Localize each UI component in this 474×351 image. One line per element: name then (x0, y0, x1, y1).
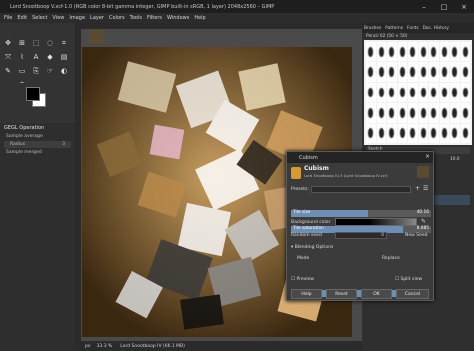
brush-name: Pencil 02 (50 × 50) (366, 34, 408, 39)
gradient-tool-icon[interactable]: ▤ (59, 52, 69, 62)
crop-tool-icon[interactable]: ⌗ (59, 38, 69, 48)
menu-bar: File Edit Select View Image Layer Colors… (0, 13, 474, 23)
align-tool-icon[interactable]: ⊞ (17, 38, 27, 48)
split-view-label: Split view (400, 277, 423, 282)
mode-label: Mode (297, 256, 310, 261)
color-picker-icon[interactable]: ✎ (421, 218, 426, 225)
menu-image[interactable]: Image (69, 15, 85, 21)
sample-mode-label: Sample average (6, 134, 43, 139)
dialog-title: Cubism (299, 154, 318, 161)
bg-color-button[interactable] (335, 218, 417, 226)
preview-checkbox[interactable]: ☐ Preview (291, 277, 314, 282)
tab-patterns[interactable]: Patterns (385, 26, 403, 31)
tile-size-value: 40.16 (416, 210, 429, 215)
preview-label: Preview (296, 277, 314, 282)
dialog-titlebar[interactable]: Cubism (287, 152, 433, 163)
tool-options-panel: GEGL Operation Sample average Radius 3 Sa… (0, 123, 75, 351)
new-seed-button[interactable]: New Seed (405, 233, 428, 238)
tile-size-label: Tile size (293, 210, 311, 215)
menu-help[interactable]: Help (194, 15, 205, 21)
unit-selector[interactable]: px (85, 344, 91, 349)
presets-label: Presets: (291, 187, 309, 192)
text-tool-icon[interactable]: A (31, 52, 41, 62)
mode-combo[interactable]: Replace (382, 256, 400, 261)
menu-edit[interactable]: Edit (17, 15, 27, 21)
transform-tool-icon[interactable]: ⤧ (3, 52, 13, 62)
eraser-tool-icon[interactable]: ▭ (17, 66, 27, 76)
color-area (0, 83, 75, 123)
gegl-logo-icon (291, 167, 301, 179)
reset-button[interactable]: Reset (326, 289, 357, 299)
blending-options-label: Blending Options (294, 245, 334, 250)
image-thumbnail[interactable] (89, 30, 103, 44)
tile-saturation-label: Tile saturation (293, 226, 324, 231)
bg-color-label: Background color (291, 220, 331, 225)
menu-windows[interactable]: Windows (167, 15, 189, 21)
paintbrush-tool-icon[interactable]: ✎ (3, 66, 13, 76)
title-bar: Lord Snootboop V.xcf-1.0 (RGB color 8-bi… (0, 0, 474, 13)
status-layer-info: Lord Snootboop IV (66.1 MB) (120, 343, 185, 349)
dialog-heading: Cubism (304, 165, 329, 172)
sample-merged-label: Sample merged (6, 150, 42, 155)
menu-select[interactable]: Select (32, 15, 47, 21)
radius-row[interactable]: Radius 3 (4, 141, 71, 148)
preset-menu-icon[interactable]: ☰ (423, 185, 428, 192)
select-tool-icon[interactable]: ⬚ (31, 38, 41, 48)
presets-combo[interactable] (311, 186, 411, 193)
clone-tool-icon[interactable]: ⎘ (31, 66, 41, 76)
brush-grid[interactable] (364, 40, 472, 145)
lasso-tool-icon[interactable]: ◌ (45, 38, 55, 48)
dialog-subheading: Lord Snootboop IV-3 (Lord Snootboop IV.x… (304, 173, 388, 178)
radius-label: Radius (10, 142, 26, 147)
cubism-dialog: Cubism × Cubism Lord Snootboop IV-3 (Lor… (286, 151, 434, 301)
menu-colors[interactable]: Colors (109, 15, 125, 21)
move-tool-icon[interactable]: ✥ (3, 38, 13, 48)
ok-button[interactable]: OK (361, 289, 392, 299)
menu-filters[interactable]: Filters (147, 15, 162, 21)
close-icon[interactable]: × (454, 3, 474, 11)
tab-brushes[interactable]: Brushes (364, 26, 381, 31)
left-ruler[interactable] (75, 29, 81, 341)
menu-tools[interactable]: Tools (130, 15, 142, 21)
gegl-operation-title: GEGL Operation (4, 125, 45, 131)
random-seed-input[interactable]: 0 (335, 232, 387, 239)
fill-tool-icon[interactable]: ◆ (45, 52, 55, 62)
dodge-tool-icon[interactable]: ◐ (59, 66, 69, 76)
window-title: Lord Snootboop V.xcf-1.0 (RGB color 8-bi… (10, 3, 275, 10)
tab-history[interactable]: Doc. History (423, 26, 449, 31)
radius-value: 3 (62, 142, 65, 147)
dialog-close-icon[interactable]: × (425, 153, 430, 160)
split-view-checkbox[interactable]: ☐ Split view (395, 277, 422, 282)
cancel-button[interactable]: Cancel (396, 289, 429, 299)
maximize-icon[interactable]: □ (434, 3, 454, 11)
status-bar: px 33.3 % Lord Snootboop IV (66.1 MB) (75, 341, 362, 351)
zoom-selector[interactable]: 33.3 % (97, 344, 113, 349)
help-button[interactable]: Help (291, 289, 322, 299)
random-seed-label: Random seed (291, 233, 322, 238)
menu-view[interactable]: View (53, 15, 65, 21)
blending-options-expander[interactable]: ▾ Blending Options (291, 245, 333, 250)
sample-merged-row[interactable]: Sample merged (0, 149, 75, 156)
add-preset-icon[interactable]: + (415, 185, 420, 192)
dialog-thumbnail (417, 166, 429, 178)
tab-fonts[interactable]: Fonts (407, 26, 419, 31)
top-ruler[interactable] (75, 23, 362, 29)
menu-file[interactable]: File (4, 15, 12, 21)
warp-tool-icon[interactable]: ⌇ (17, 52, 27, 62)
smudge-tool-icon[interactable]: ☞ (45, 66, 55, 76)
spacing-value[interactable]: 10.0 (450, 157, 460, 162)
minimize-icon[interactable]: – (414, 3, 434, 11)
dock-tab-bar: Brushes Patterns Fonts Doc. History (362, 23, 474, 33)
sample-mode-row[interactable]: Sample average (0, 133, 75, 140)
tile-size-slider[interactable]: Tile size 40.16 (291, 210, 431, 217)
menu-layer[interactable]: Layer (90, 15, 104, 21)
tile-saturation-value: 8.085 (416, 226, 429, 231)
foreground-color-swatch[interactable] (26, 87, 40, 101)
